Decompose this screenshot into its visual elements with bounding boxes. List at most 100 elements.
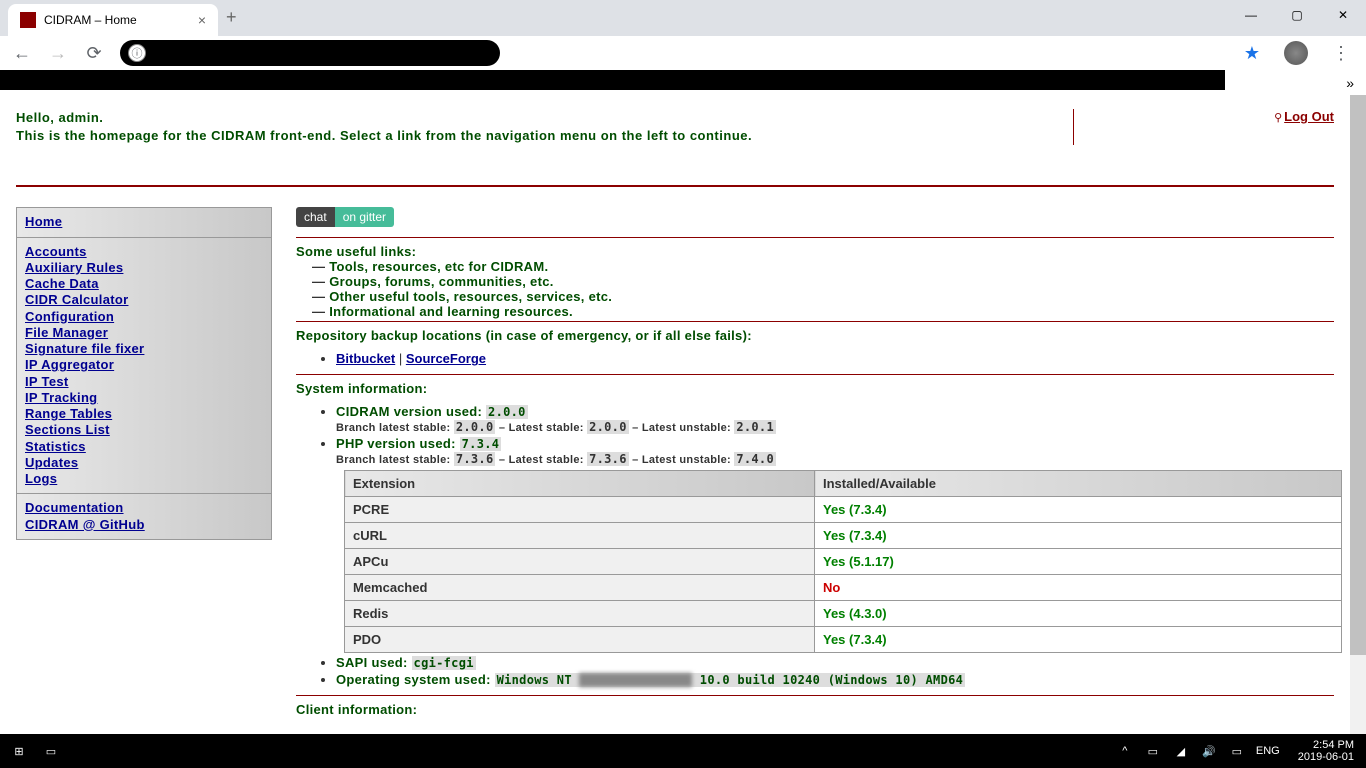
nav-sections-list[interactable]: Sections List xyxy=(25,422,263,438)
bookmark-overflow-icon[interactable]: » xyxy=(1346,75,1354,91)
ext-status: No xyxy=(815,575,1342,601)
nav-ip-tracking[interactable]: IP Tracking xyxy=(25,390,263,406)
profile-avatar-icon[interactable] xyxy=(1284,41,1308,65)
battery-icon[interactable]: ▭ xyxy=(1144,742,1162,760)
browser-tab[interactable]: CIDRAM – Home × xyxy=(8,4,218,36)
scrollbar-thumb[interactable] xyxy=(1350,95,1366,655)
back-button[interactable]: ← xyxy=(8,39,36,67)
task-view-icon[interactable]: ▭ xyxy=(42,742,60,760)
logout-link[interactable]: Log Out xyxy=(1284,109,1334,124)
nav-configuration[interactable]: Configuration xyxy=(25,309,263,325)
os-label: Operating system used: xyxy=(336,672,495,687)
nav-cidr-calculator[interactable]: CIDR Calculator xyxy=(25,292,263,308)
maximize-button[interactable]: ▢ xyxy=(1274,0,1320,30)
nav-home[interactable]: Home xyxy=(25,214,263,230)
nav-documentation[interactable]: Documentation xyxy=(25,500,263,516)
os-value: Windows NT XXXXXXXXXXXXXXX 10.0 build 10… xyxy=(495,673,966,687)
nav-statistics[interactable]: Statistics xyxy=(25,439,263,455)
ext-status: Yes (7.3.4) xyxy=(815,497,1342,523)
url-input[interactable]: ⓘ xyxy=(120,40,500,66)
greeting-block: Hello, admin. This is the homepage for t… xyxy=(16,109,1074,145)
nav-cache-data[interactable]: Cache Data xyxy=(25,276,263,292)
nav-signature-file-fixer[interactable]: Signature file fixer xyxy=(25,341,263,357)
nav-file-manager[interactable]: File Manager xyxy=(25,325,263,341)
list-item: PHP version used: 7.3.4 Branch latest st… xyxy=(336,436,1334,653)
close-window-button[interactable]: ✕ xyxy=(1320,0,1366,30)
repo-links-list: Bitbucket | SourceForge xyxy=(296,351,1334,366)
bookmark-bar-redacted xyxy=(0,70,1225,90)
sourceforge-link[interactable]: SourceForge xyxy=(406,351,486,366)
tab-close-icon[interactable]: × xyxy=(198,12,206,28)
site-info-icon[interactable]: ⓘ xyxy=(128,44,146,62)
nav-updates[interactable]: Updates xyxy=(25,455,263,471)
vertical-scrollbar[interactable] xyxy=(1350,95,1366,734)
cidram-version-label: CIDRAM version used: xyxy=(336,404,486,419)
minimize-button[interactable]: — xyxy=(1228,0,1274,30)
table-row: cURLYes (7.3.4) xyxy=(345,523,1342,549)
main-content: chat on gitter Some useful links: Tools,… xyxy=(296,207,1334,717)
gitter-chat-badge[interactable]: chat on gitter xyxy=(296,207,394,227)
tab-title: CIDRAM – Home xyxy=(44,13,137,27)
useful-links-title: Some useful links: xyxy=(296,244,1334,259)
tray-chevron-icon[interactable]: ^ xyxy=(1116,742,1134,760)
nav-range-tables[interactable]: Range Tables xyxy=(25,406,263,422)
ext-name: cURL xyxy=(345,523,815,549)
table-row: APCuYes (5.1.17) xyxy=(345,549,1342,575)
page-viewport: Hello, admin. This is the homepage for t… xyxy=(0,95,1350,734)
nav-ip-test[interactable]: IP Test xyxy=(25,374,263,390)
bitbucket-link[interactable]: Bitbucket xyxy=(336,351,395,366)
repo-backup-title: Repository backup locations (in case of … xyxy=(296,328,1334,343)
logout-block: ⚲Log Out xyxy=(1074,109,1334,145)
forward-button[interactable]: → xyxy=(44,39,72,67)
table-header-row: Extension Installed/Available xyxy=(345,471,1342,497)
nav-github[interactable]: CIDRAM @ GitHub xyxy=(25,517,263,533)
table-row: MemcachedNo xyxy=(345,575,1342,601)
reload-button[interactable]: ⟳ xyxy=(80,39,108,67)
table-row: PDOYes (7.3.4) xyxy=(345,627,1342,653)
php-version-label: PHP version used: xyxy=(336,436,460,451)
value: 7.4.0 xyxy=(734,452,776,466)
bookmark-star-icon[interactable]: ★ xyxy=(1244,43,1260,64)
table-row: PCREYes (7.3.4) xyxy=(345,497,1342,523)
divider xyxy=(296,374,1334,375)
greeting-subtext: This is the homepage for the CIDRAM fron… xyxy=(16,127,1053,145)
new-tab-button[interactable]: + xyxy=(218,0,245,36)
windows-taskbar: ⊞ ▭ ^ ▭ ◢ 🔊 ▭ ENG 2:54 PM 2019-06-01 xyxy=(0,734,1366,768)
system-info-title: System information: xyxy=(296,381,1334,396)
date-text: 2019-06-01 xyxy=(1298,751,1354,763)
sidebar-nav: Home Accounts Auxiliary Rules Cache Data… xyxy=(16,207,272,717)
window-controls: — ▢ ✕ xyxy=(1228,0,1366,30)
ext-name: Redis xyxy=(345,601,815,627)
client-info-title: Client information: xyxy=(296,702,1334,717)
nav-logs[interactable]: Logs xyxy=(25,471,263,487)
label: – Latest unstable: xyxy=(629,454,735,466)
nav-group-home: Home xyxy=(16,207,272,236)
notifications-icon[interactable]: ▭ xyxy=(1228,742,1246,760)
volume-icon[interactable]: 🔊 xyxy=(1200,742,1218,760)
language-indicator[interactable]: ENG xyxy=(1256,745,1280,757)
clock[interactable]: 2:54 PM 2019-06-01 xyxy=(1290,739,1362,763)
label: – Latest stable: xyxy=(495,422,587,434)
extensions-table: Extension Installed/Available PCREYes (7… xyxy=(344,470,1342,653)
wifi-icon[interactable]: ◢ xyxy=(1172,742,1190,760)
browser-menu-icon[interactable]: ⋮ xyxy=(1324,43,1358,64)
list-item: Tools, resources, etc for CIDRAM. xyxy=(312,259,1334,274)
col-extension: Extension xyxy=(345,471,815,497)
php-version-value: 7.3.4 xyxy=(460,437,502,451)
nav-accounts[interactable]: Accounts xyxy=(25,244,263,260)
list-item: Bitbucket | SourceForge xyxy=(336,351,1334,366)
nav-ip-aggregator[interactable]: IP Aggregator xyxy=(25,357,263,373)
os-redacted: XXXXXXXXXXXXXXX xyxy=(579,673,692,687)
start-button-icon[interactable]: ⊞ xyxy=(10,742,28,760)
favicon-icon xyxy=(20,12,36,28)
value: 2.0.1 xyxy=(734,420,776,434)
nav-auxiliary-rules[interactable]: Auxiliary Rules xyxy=(25,260,263,276)
nav-group-main: Accounts Auxiliary Rules Cache Data CIDR… xyxy=(16,237,272,494)
ext-status: Yes (5.1.17) xyxy=(815,549,1342,575)
value: 2.0.0 xyxy=(454,420,496,434)
os-prefix: Windows NT xyxy=(497,673,580,687)
divider xyxy=(296,237,1334,238)
list-item: Operating system used: Windows NT XXXXXX… xyxy=(336,672,1334,687)
page-header: Hello, admin. This is the homepage for t… xyxy=(16,109,1334,187)
ext-name: Memcached xyxy=(345,575,815,601)
